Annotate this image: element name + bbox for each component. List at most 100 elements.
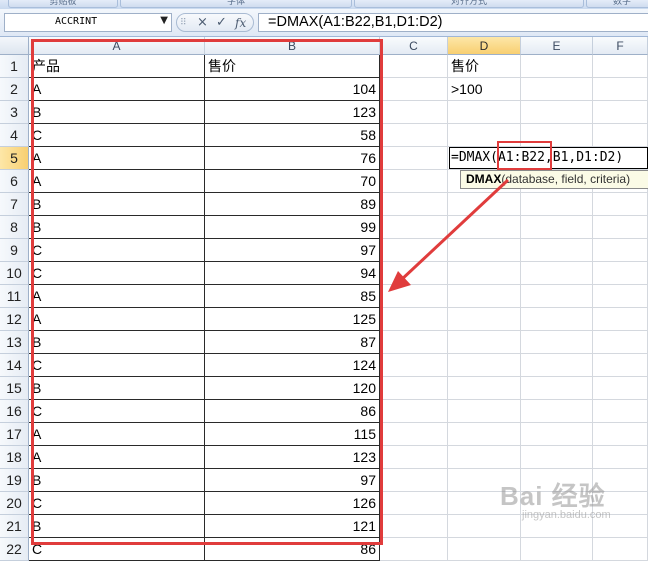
- cell-b11[interactable]: 85: [205, 285, 380, 308]
- cell-d15[interactable]: [448, 377, 521, 400]
- cell-f10[interactable]: [593, 262, 648, 285]
- cell-f17[interactable]: [593, 423, 648, 446]
- cell-c6[interactable]: [380, 170, 448, 193]
- cell-d14[interactable]: [448, 354, 521, 377]
- cell-b4[interactable]: 58: [205, 124, 380, 147]
- cell-e17[interactable]: [521, 423, 593, 446]
- cell-e3[interactable]: [521, 101, 593, 124]
- cell-b10[interactable]: 94: [205, 262, 380, 285]
- cell-b20[interactable]: 126: [205, 492, 380, 515]
- formula-input[interactable]: =DMAX(A1:B22,B1,D1:D2): [258, 13, 648, 32]
- cell-c15[interactable]: [380, 377, 448, 400]
- cell-a16[interactable]: C: [29, 400, 205, 423]
- cell-f12[interactable]: [593, 308, 648, 331]
- cell-b19[interactable]: 97: [205, 469, 380, 492]
- cell-e10[interactable]: [521, 262, 593, 285]
- cell-a22[interactable]: C: [29, 538, 205, 561]
- cell-f16[interactable]: [593, 400, 648, 423]
- cell-b13[interactable]: 87: [205, 331, 380, 354]
- row-header-5[interactable]: 5: [0, 147, 29, 170]
- row-header-16[interactable]: 16: [0, 400, 29, 423]
- cell-d13[interactable]: [448, 331, 521, 354]
- cell-a11[interactable]: A: [29, 285, 205, 308]
- name-box[interactable]: ACCRINT ▼: [4, 13, 172, 32]
- cell-c1[interactable]: [380, 55, 448, 78]
- row-header-15[interactable]: 15: [0, 377, 29, 400]
- cell-c10[interactable]: [380, 262, 448, 285]
- cell-b3[interactable]: 123: [205, 101, 380, 124]
- cell-f11[interactable]: [593, 285, 648, 308]
- cell-c14[interactable]: [380, 354, 448, 377]
- row-header-6[interactable]: 6: [0, 170, 29, 193]
- cell-b6[interactable]: 70: [205, 170, 380, 193]
- col-header-a[interactable]: A: [29, 37, 205, 55]
- cell-a12[interactable]: A: [29, 308, 205, 331]
- cell-a2[interactable]: A: [29, 78, 205, 101]
- cell-b17[interactable]: 115: [205, 423, 380, 446]
- cell-c21[interactable]: [380, 515, 448, 538]
- cell-d9[interactable]: [448, 239, 521, 262]
- cell-b21[interactable]: 121: [205, 515, 380, 538]
- cell-a20[interactable]: C: [29, 492, 205, 515]
- cell-c17[interactable]: [380, 423, 448, 446]
- cell-e1[interactable]: [521, 55, 593, 78]
- ribbon-group-alignment[interactable]: 对齐方式: [354, 0, 584, 8]
- cell-a21[interactable]: B: [29, 515, 205, 538]
- cell-f1[interactable]: [593, 55, 648, 78]
- cell-a7[interactable]: B: [29, 193, 205, 216]
- row-header-10[interactable]: 10: [0, 262, 29, 285]
- cell-d4[interactable]: [448, 124, 521, 147]
- insert-function-icon[interactable]: fx: [235, 16, 246, 30]
- cell-c18[interactable]: [380, 446, 448, 469]
- cell-b5[interactable]: 76: [205, 147, 380, 170]
- chevron-down-icon[interactable]: ▼: [160, 15, 168, 26]
- col-header-d[interactable]: D: [448, 37, 521, 55]
- cell-d16[interactable]: [448, 400, 521, 423]
- cell-c20[interactable]: [380, 492, 448, 515]
- cell-f7[interactable]: [593, 193, 648, 216]
- row-header-1[interactable]: 1: [0, 55, 29, 78]
- row-header-20[interactable]: 20: [0, 492, 29, 515]
- cell-c19[interactable]: [380, 469, 448, 492]
- cell-e2[interactable]: [521, 78, 593, 101]
- cell-c2[interactable]: [380, 78, 448, 101]
- col-header-e[interactable]: E: [521, 37, 593, 55]
- row-header-4[interactable]: 4: [0, 124, 29, 147]
- cell-e9[interactable]: [521, 239, 593, 262]
- cell-a18[interactable]: A: [29, 446, 205, 469]
- cell-c7[interactable]: [380, 193, 448, 216]
- cell-a17[interactable]: A: [29, 423, 205, 446]
- cell-f13[interactable]: [593, 331, 648, 354]
- ribbon-group-number[interactable]: 数字: [586, 0, 648, 8]
- cell-f4[interactable]: [593, 124, 648, 147]
- row-header-9[interactable]: 9: [0, 239, 29, 262]
- col-header-f[interactable]: F: [593, 37, 648, 55]
- row-header-22[interactable]: 22: [0, 538, 29, 561]
- ribbon-group-clipboard[interactable]: 剪贴板: [8, 0, 118, 8]
- cancel-icon[interactable]: ×: [197, 15, 208, 30]
- cell-a13[interactable]: B: [29, 331, 205, 354]
- cell-b7[interactable]: 89: [205, 193, 380, 216]
- cell-e8[interactable]: [521, 216, 593, 239]
- row-header-17[interactable]: 17: [0, 423, 29, 446]
- cell-f14[interactable]: [593, 354, 648, 377]
- cell-d12[interactable]: [448, 308, 521, 331]
- row-header-18[interactable]: 18: [0, 446, 29, 469]
- row-header-12[interactable]: 12: [0, 308, 29, 331]
- col-header-b[interactable]: B: [205, 37, 380, 55]
- cell-a1[interactable]: 产品: [29, 55, 205, 78]
- cell-c16[interactable]: [380, 400, 448, 423]
- cell-b22[interactable]: 86: [205, 538, 380, 561]
- cell-a8[interactable]: B: [29, 216, 205, 239]
- cell-b12[interactable]: 125: [205, 308, 380, 331]
- cell-d2[interactable]: >100: [448, 78, 521, 101]
- cell-f18[interactable]: [593, 446, 648, 469]
- cell-b1[interactable]: 售价: [205, 55, 380, 78]
- cell-d10[interactable]: [448, 262, 521, 285]
- cell-f9[interactable]: [593, 239, 648, 262]
- cell-d8[interactable]: [448, 216, 521, 239]
- cell-e7[interactable]: [521, 193, 593, 216]
- cell-e22[interactable]: [521, 538, 593, 561]
- cell-c13[interactable]: [380, 331, 448, 354]
- row-header-11[interactable]: 11: [0, 285, 29, 308]
